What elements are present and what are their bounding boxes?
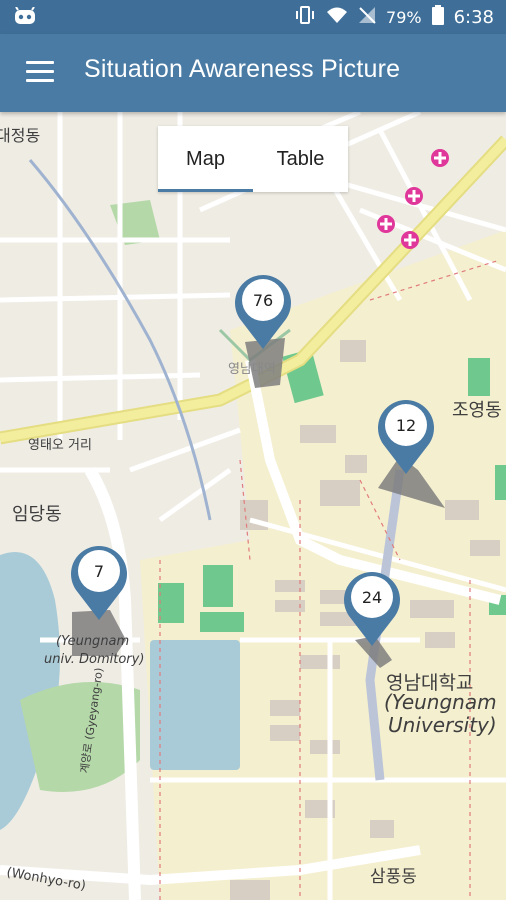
- marker-count: 24: [361, 588, 383, 607]
- map-pin-icon: [235, 275, 291, 349]
- map-pin-icon: [344, 572, 400, 646]
- map-label: univ. Domitory): [44, 652, 145, 667]
- clock: 6:38: [453, 6, 494, 28]
- map-label: 삼풍동: [370, 867, 417, 887]
- battery-icon: [431, 5, 444, 29]
- map-label: 임당동: [12, 504, 62, 525]
- marker-count: 76: [252, 291, 274, 310]
- menu-icon[interactable]: [26, 61, 54, 83]
- battery-level: 79%: [386, 7, 422, 27]
- tab-table[interactable]: Table: [253, 126, 348, 192]
- map-label: 영태오 거리: [28, 438, 92, 453]
- map-label: (Yeungnam: [384, 690, 497, 714]
- map-label: 대정동: [0, 126, 41, 145]
- map-label: (Yeungnam: [56, 634, 130, 649]
- map-label: 영남대역: [228, 362, 276, 377]
- vibrate-icon: [294, 6, 316, 28]
- map-view[interactable]: 영남대학교 (Yeungnam University) 조영동 임당동 삼풍동 …: [0, 112, 506, 900]
- tab-map[interactable]: Map: [158, 126, 253, 192]
- map-pin-icon: [378, 400, 434, 474]
- incident-marker[interactable]: 12: [374, 394, 438, 476]
- view-tabs: Map Table: [158, 126, 348, 192]
- map-label: 조영동: [452, 400, 502, 421]
- no-signal-icon: [358, 6, 376, 28]
- marker-count: 12: [395, 416, 417, 435]
- notification-icon: [14, 6, 36, 25]
- incident-marker[interactable]: 24: [340, 566, 404, 648]
- incident-marker[interactable]: 76: [231, 269, 295, 351]
- map-canvas: [0, 112, 506, 900]
- page-title: Situation Awareness Picture: [84, 55, 401, 83]
- map-label: University): [388, 713, 497, 737]
- incident-marker[interactable]: 7: [67, 540, 131, 622]
- map-pin-icon: [71, 546, 128, 620]
- app-bar: Situation Awareness Picture: [0, 34, 506, 112]
- wifi-icon: [326, 6, 348, 28]
- status-bar: 79% 6:38: [0, 0, 506, 34]
- marker-count: 7: [93, 562, 105, 581]
